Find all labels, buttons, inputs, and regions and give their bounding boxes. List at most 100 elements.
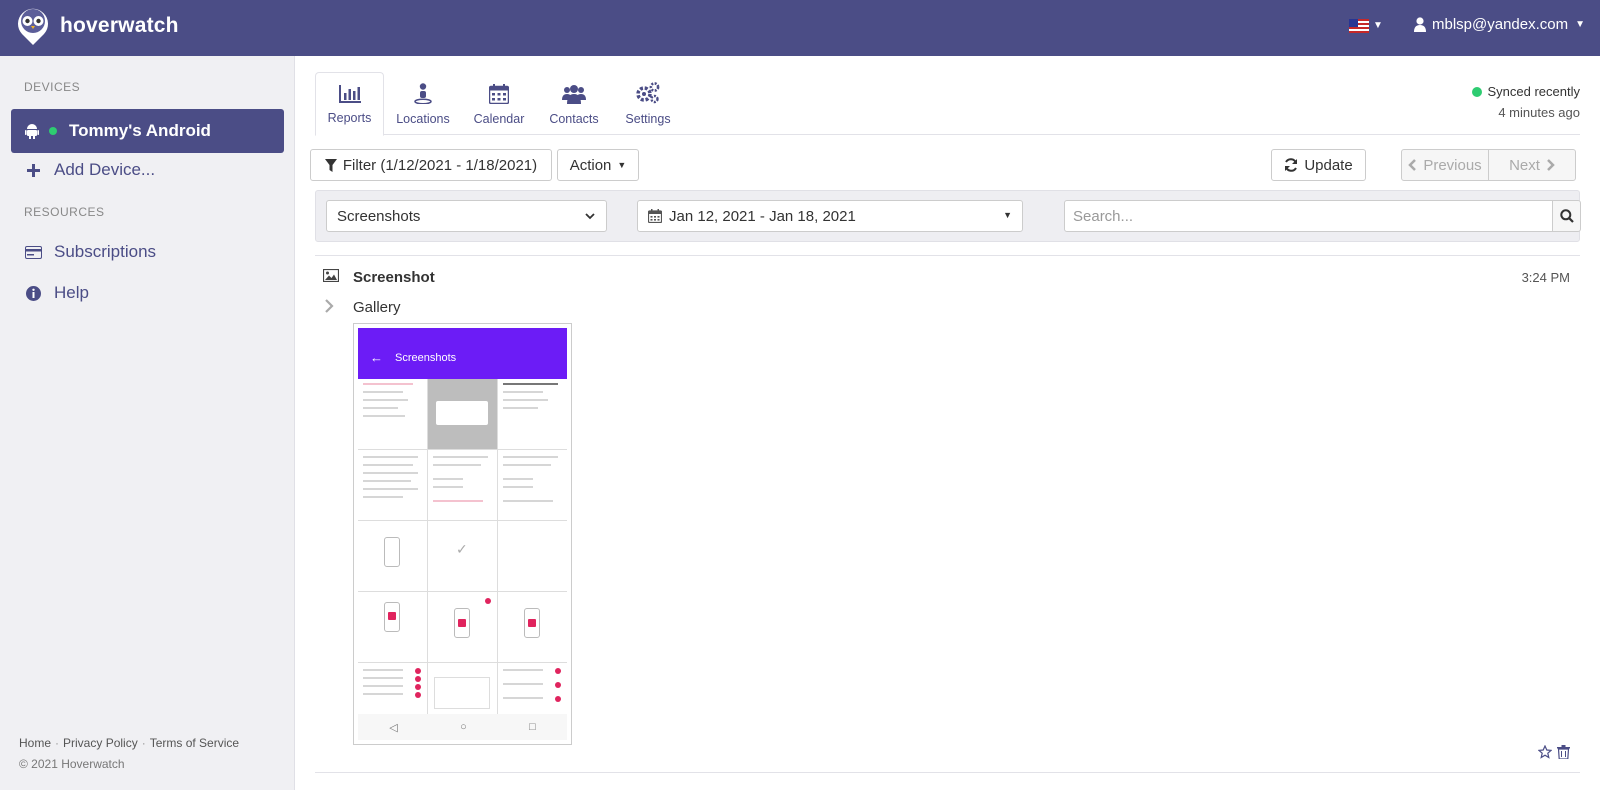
- sync-status: Synced recently 4 minutes ago: [1471, 84, 1581, 120]
- thumbnail-cell: [358, 592, 427, 662]
- cogs-icon: [636, 82, 660, 104]
- action-dropdown[interactable]: Action ▼: [557, 149, 639, 181]
- privacy-link[interactable]: Privacy Policy: [63, 736, 138, 750]
- sidebar-item-device[interactable]: Tommy's Android: [11, 109, 284, 153]
- phone-status-bar: [358, 328, 567, 336]
- us-flag-icon[interactable]: [1349, 19, 1369, 33]
- search-icon: [1559, 209, 1574, 223]
- date-range-value: Jan 12, 2021 - Jan 18, 2021: [669, 207, 856, 225]
- type-select[interactable]: Screenshots: [326, 200, 607, 232]
- next-label: Next: [1509, 156, 1540, 174]
- trash-icon[interactable]: [1557, 745, 1570, 759]
- entry-title: Screenshot: [353, 269, 435, 286]
- tab-settings[interactable]: Settings: [618, 72, 678, 136]
- sidebar: DEVICES Tommy's Android Add Device... RE…: [0, 56, 295, 790]
- next-button[interactable]: Next: [1489, 150, 1575, 180]
- main-content: Reports Locations Calendar Contacts Sett…: [296, 56, 1600, 790]
- home-link[interactable]: Home: [19, 736, 51, 750]
- filter-icon: [324, 158, 337, 172]
- sync-status-dot: [1471, 86, 1482, 97]
- entry-actions: [1538, 745, 1570, 759]
- sync-time-ago: 4 minutes ago: [1498, 105, 1580, 120]
- update-button[interactable]: Update: [1271, 149, 1366, 181]
- tab-locations[interactable]: Locations: [393, 72, 453, 136]
- entry-time: 3:24 PM: [1521, 270, 1570, 285]
- sidebar-item-subscriptions[interactable]: Subscriptions: [24, 242, 156, 262]
- tab-reports[interactable]: Reports: [315, 72, 384, 136]
- date-caret-icon: ▼: [1003, 210, 1012, 220]
- thumbnail-cell: [428, 379, 497, 449]
- filter-button-label: Filter (1/12/2021 - 1/18/2021): [342, 156, 538, 174]
- chevron-right-icon: [1547, 159, 1555, 171]
- previous-button[interactable]: Previous: [1402, 150, 1489, 180]
- report-entry: Screenshot 3:24 PM Gallery ← Screenshots: [315, 255, 1580, 773]
- thumbnail-cell: [498, 521, 567, 591]
- refresh-icon: [1285, 158, 1298, 172]
- date-range-picker[interactable]: Jan 12, 2021 - Jan 18, 2021 ▼: [637, 200, 1023, 232]
- language-caret-icon[interactable]: ▼: [1373, 20, 1383, 31]
- location-person-icon: [414, 83, 432, 104]
- phone-nav-bar: ◁ ○ □: [358, 714, 567, 740]
- add-device-label: Add Device...: [54, 160, 156, 179]
- action-caret-icon: ▼: [617, 160, 627, 170]
- credit-card-icon: [24, 245, 42, 259]
- thumbnail-cell: [428, 450, 497, 520]
- tab-reports-label: Reports: [327, 111, 372, 125]
- sidebar-item-help[interactable]: Help: [24, 283, 89, 303]
- screenshot-thumbnail[interactable]: ← Screenshots ✓ ◁ ○ □: [353, 323, 572, 745]
- phone-screenshot: ← Screenshots ✓ ◁ ○ □: [358, 328, 567, 740]
- plus-icon: [24, 163, 42, 177]
- info-icon: [24, 285, 42, 301]
- tab-contacts-label: Contacts: [549, 112, 599, 126]
- search-input[interactable]: [1064, 200, 1553, 232]
- user-menu[interactable]: mblsp@yandex.com ▼: [1414, 16, 1585, 33]
- calendar-icon: [648, 209, 662, 223]
- phone-app-title: Screenshots: [395, 351, 457, 364]
- chevron-right-icon[interactable]: [324, 298, 334, 314]
- brand[interactable]: hoverwatch: [16, 6, 179, 46]
- footer-links: Home · Privacy Policy · Terms of Service: [19, 736, 240, 750]
- user-icon: [1414, 17, 1426, 32]
- contacts-group-icon: [562, 85, 586, 104]
- thumbnail-cell: [358, 521, 427, 591]
- sidebar-item-add-device[interactable]: Add Device...: [24, 160, 155, 180]
- user-email: mblsp@yandex.com: [1432, 16, 1569, 33]
- gallery-label: Gallery: [353, 299, 401, 316]
- thumbnail-cell: [498, 592, 567, 662]
- update-label: Update: [1304, 156, 1353, 174]
- devices-section-title: DEVICES: [24, 80, 81, 94]
- nav-recents-icon: □: [529, 721, 536, 733]
- thumbnail-cell: [428, 592, 497, 662]
- device-name: Tommy's Android: [69, 121, 211, 140]
- phone-app-bar: ← Screenshots: [358, 336, 567, 379]
- pager: Previous Next: [1401, 149, 1576, 181]
- terms-link[interactable]: Terms of Service: [150, 736, 239, 750]
- thumbnail-cell: [358, 450, 427, 520]
- phone-thumbnail-grid: ✓: [358, 379, 567, 733]
- image-icon: [323, 269, 339, 282]
- star-icon[interactable]: [1538, 745, 1552, 759]
- nav-home-icon: ○: [460, 721, 467, 733]
- filter-button[interactable]: Filter (1/12/2021 - 1/18/2021): [310, 149, 552, 181]
- bar-chart-icon: [338, 85, 361, 103]
- tab-contacts[interactable]: Contacts: [544, 72, 604, 136]
- chevron-down-icon: [585, 213, 595, 220]
- tab-calendar[interactable]: Calendar: [469, 72, 529, 136]
- top-bar: hoverwatch ▼ mblsp@yandex.com ▼: [0, 0, 1600, 56]
- tab-bar: Reports Locations Calendar Contacts Sett…: [315, 72, 1580, 136]
- thumbnail-cell: [498, 379, 567, 449]
- action-label: Action: [569, 156, 612, 174]
- chevron-left-icon: [1408, 159, 1417, 171]
- help-label: Help: [54, 283, 89, 302]
- subscriptions-label: Subscriptions: [54, 242, 157, 261]
- android-icon: [25, 124, 39, 139]
- resources-section-title: RESOURCES: [24, 205, 105, 219]
- thumbnail-cell: [358, 379, 427, 449]
- copyright: © 2021 Hoverwatch: [19, 757, 125, 771]
- sync-status-text: Synced recently: [1487, 84, 1581, 99]
- tab-settings-label: Settings: [625, 112, 671, 126]
- calendar-icon: [489, 84, 509, 104]
- search-button[interactable]: [1552, 200, 1581, 232]
- tab-calendar-label: Calendar: [473, 112, 525, 126]
- brand-name: hoverwatch: [60, 14, 179, 37]
